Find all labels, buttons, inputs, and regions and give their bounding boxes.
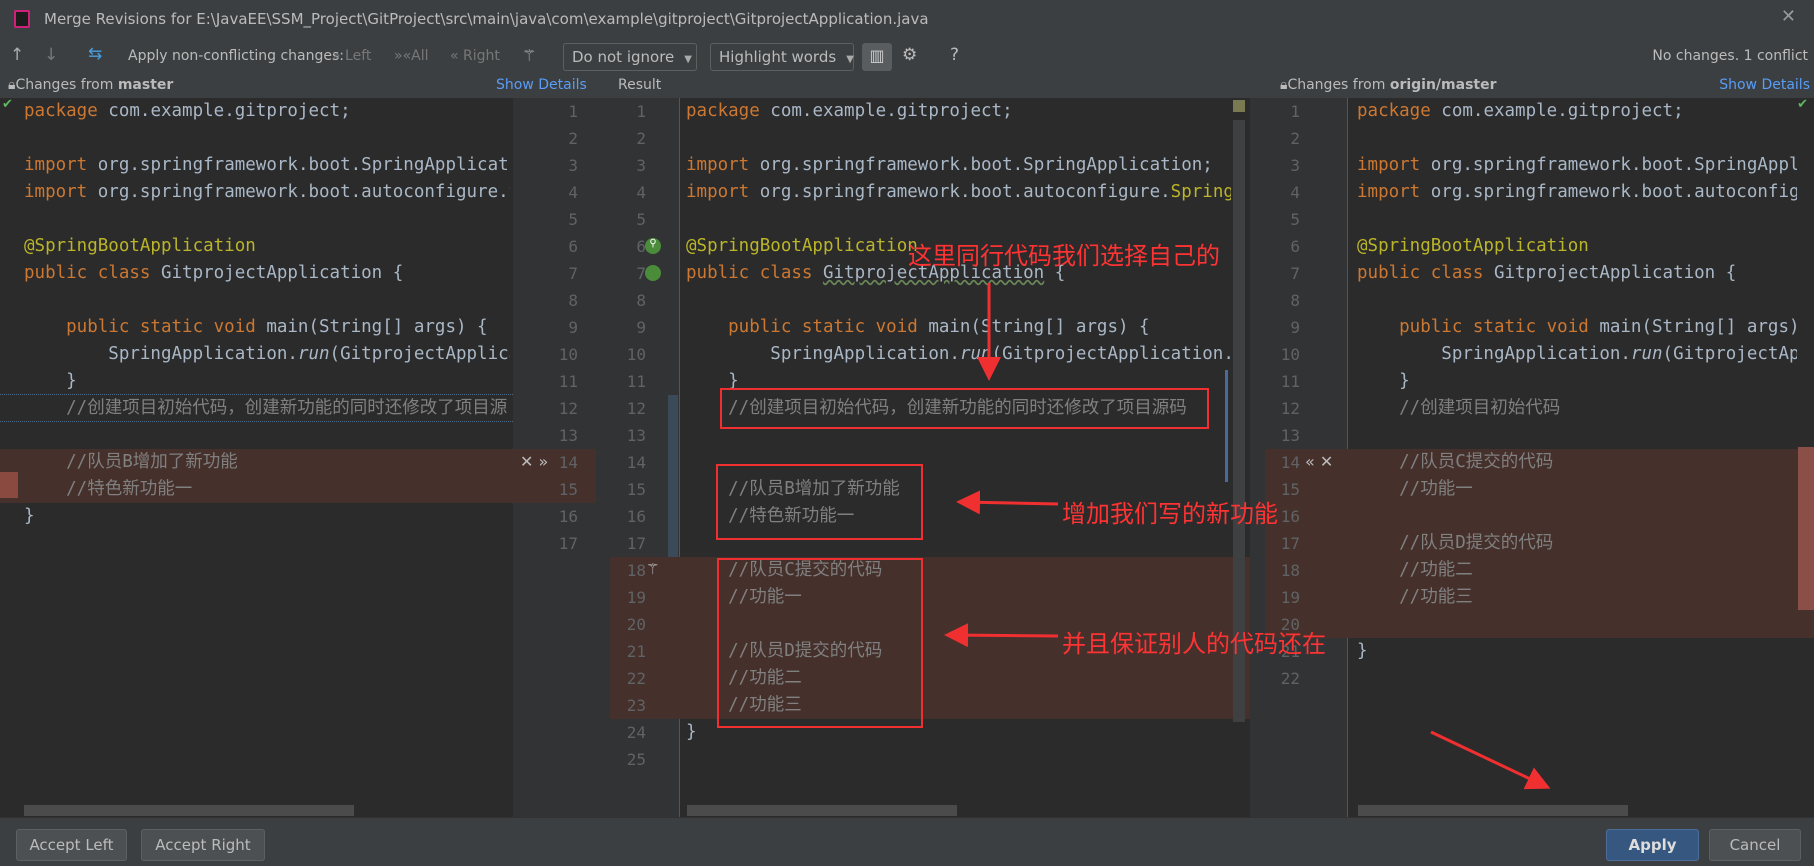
accept-right-button[interactable]: Accept Right (141, 829, 265, 861)
arrow-left-middle (956, 490, 1059, 515)
arrow-to-apply (1430, 730, 1551, 790)
accept-left-button[interactable]: Accept Left (16, 829, 127, 861)
bottom-bar: Accept Left Accept Right Apply Cancel (0, 817, 1814, 866)
annotation-arrows (944, 283, 1551, 790)
cancel-button[interactable]: Cancel (1709, 829, 1801, 861)
apply-button[interactable]: Apply (1606, 829, 1699, 861)
arrow-left-bottom (944, 623, 1059, 648)
